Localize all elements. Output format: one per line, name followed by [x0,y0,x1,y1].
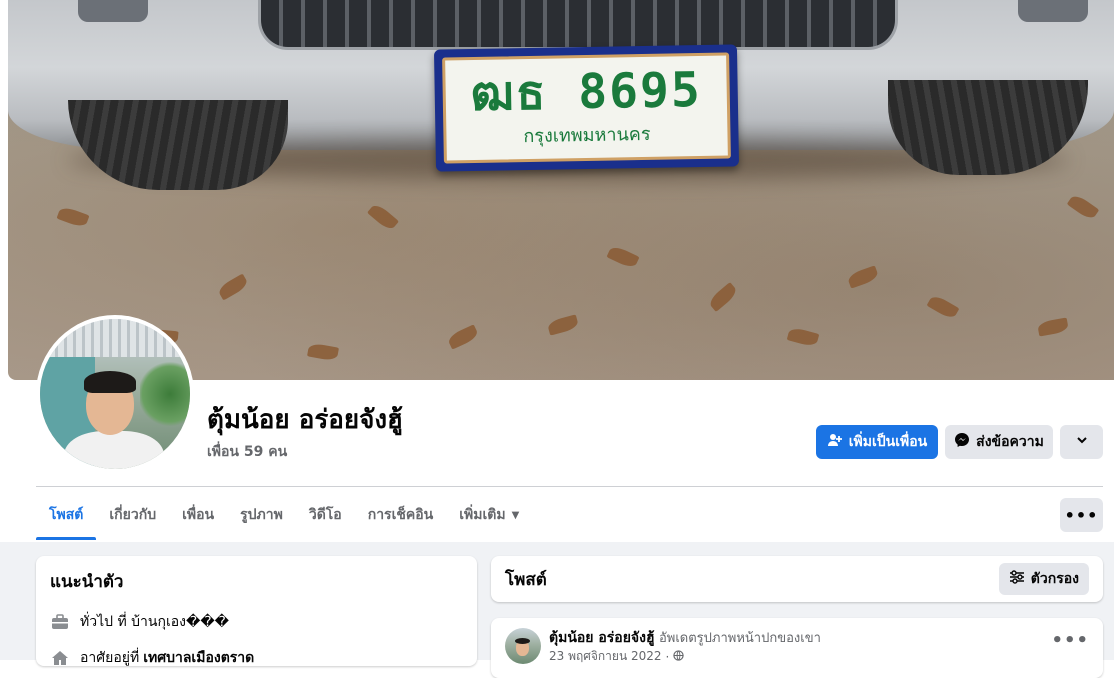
intro-title: แนะนำตัว [50,572,124,592]
leaf [216,273,250,301]
intro-card: แนะนำตัว ทั่วไป ที่ บ้านกุเอง��� อาศัยอย… [36,556,477,666]
tab-more[interactable]: เพิ่มเติม ▼ [446,490,532,540]
avatar-roof [40,319,190,357]
tire-left [68,100,288,190]
post-author[interactable]: ตุ้มน้อย อร่อยจังฮู้ [549,630,655,646]
posts-header-card: โพสต์ ตัวกรอง [491,556,1103,602]
filter-icon [1009,570,1025,588]
license-plate: ฒธ 8695 กรุงเทพมหานคร [433,44,740,172]
post-meta: ตุ้มน้อย อร่อยจังฮู้ อัพเดตรูปภาพหน้าปกข… [549,627,821,649]
post-more-icon[interactable]: ••• [1051,630,1089,651]
avatar [40,319,190,469]
plate-province: กรุงเทพมหานคร [523,123,651,147]
tab-videos[interactable]: วิดีโอ [296,490,355,540]
post-date-separator: · [665,649,670,664]
caret-down-icon: ▼ [511,509,520,521]
post-date[interactable]: 23 พฤศจิกายน 2022 [549,647,662,666]
friend-count[interactable]: เพื่อน 59 คน [207,441,287,463]
plate-number: ฒธ 8695 [470,61,703,122]
tab-friends[interactable]: เพื่อน [169,490,227,540]
leaf [367,201,399,233]
avatar-shirt [64,431,164,469]
profile-tabs: โพสต์ เกี่ยวกับ เพื่อน รูปภาพ วิดีโอ การ… [36,490,532,540]
messenger-icon [954,432,970,452]
intro-work-text: ทั่วไป ที่ บ้านกุเอง��� [80,614,230,630]
filter-label: ตัวกรอง [1030,571,1079,587]
tab-more-label: เพิ่มเติม [459,507,506,523]
leaf [307,342,339,362]
message-label: ส่งข้อความ [976,434,1044,450]
add-user-icon [827,432,843,452]
intro-lives-row: อาศัยอยู่ที่ เทศบาลเมืองตราด [50,645,463,671]
add-friend-label: เพิ่มเป็นเพื่อน [848,434,928,450]
header-divider [36,486,1103,487]
intro-work-row: ทั่วไป ที่ บ้านกุเอง��� [50,609,463,635]
car-lamp-left [78,0,148,22]
post-avatar-hair [515,638,530,644]
leaf [786,326,820,348]
chevron-down-icon [1075,433,1089,451]
avatar-tree [140,359,190,429]
car-lamp-right [1018,0,1088,22]
ellipsis-icon: ••• [1064,505,1099,525]
tabs-more-button[interactable]: ••• [1060,498,1103,532]
tab-about[interactable]: เกี่ยวกับ [96,490,169,540]
leaf [846,265,880,289]
post-author-avatar[interactable] [505,628,541,664]
profile-name: ตุ้มน้อย อร่อยจังฮู้ [207,405,403,435]
add-friend-button[interactable]: เพิ่มเป็นเพื่อน [816,425,938,459]
leaf [926,293,960,321]
leaf [1037,317,1069,337]
post-card: ตุ้มน้อย อร่อยจังฮู้ อัพเดตรูปภาพหน้าปกข… [491,618,1103,678]
leaf [1066,192,1100,222]
leaf [707,281,739,313]
post-action: อัพเดตรูปภาพหน้าปกของเขา [658,631,821,646]
profile-more-button[interactable] [1060,425,1103,459]
avatar-hair [84,371,136,393]
tab-checkins[interactable]: การเช็คอิน [355,490,447,540]
tab-photos[interactable]: รูปภาพ [227,490,296,540]
tab-posts[interactable]: โพสต์ [36,490,97,540]
leaf [446,324,480,350]
posts-title: โพสต์ [505,569,547,590]
post-date-row: 23 พฤศจิกายน 2022 · [549,647,685,666]
leaf [546,314,580,336]
globe-icon [673,649,685,664]
profile-picture[interactable] [36,315,194,473]
car-grille [258,0,898,50]
filter-button[interactable]: ตัวกรอง [998,563,1089,595]
message-button[interactable]: ส่งข้อความ [945,425,1053,459]
intro-lives-place[interactable]: เทศบาลเมืองตราด [143,647,254,669]
leaf [606,244,640,270]
briefcase-icon [50,612,70,632]
intro-lives-prefix: อาศัยอยู่ที่ [80,650,140,666]
home-icon [50,648,70,668]
leaf [56,205,90,229]
